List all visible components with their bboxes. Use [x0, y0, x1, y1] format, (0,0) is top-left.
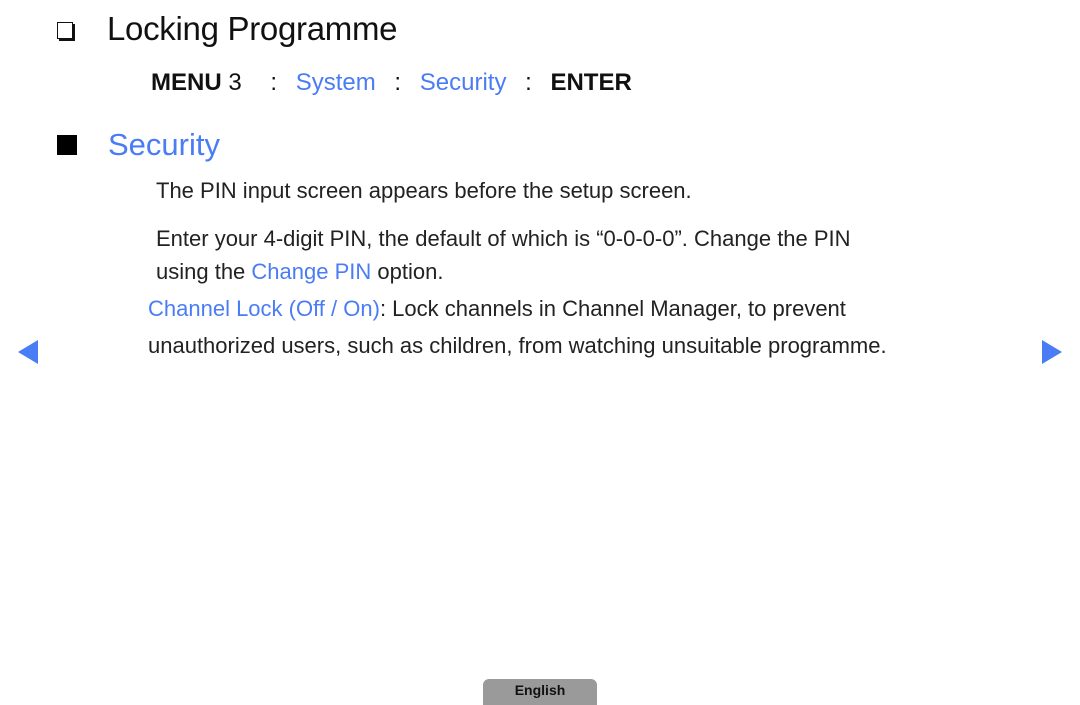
menu-separator: :: [525, 69, 532, 96]
previous-page-icon[interactable]: [18, 340, 38, 364]
page-title: Locking Programme: [107, 10, 398, 47]
change-pin-prefix: using the: [156, 259, 252, 284]
breadcrumb-security: Security: [419, 69, 507, 96]
language-tab[interactable]: English: [483, 679, 597, 705]
checkbox-bullet-icon: [57, 22, 73, 39]
enter-label: ENTER: [550, 69, 632, 96]
paragraph-change-pin: using the Change PIN option.: [156, 259, 443, 285]
channel-lock-text: : Lock channels in Channel Manager, to p…: [379, 296, 846, 321]
menu-icon: 3: [228, 69, 242, 96]
channel-lock-text-line-2: unauthorized users, such as children, fr…: [148, 333, 887, 358]
square-bullet-icon: [57, 135, 77, 155]
menu-separator: :: [394, 69, 402, 96]
paragraph-pin-screen: The PIN input screen appears before the …: [156, 178, 692, 203]
channel-lock-label: Channel Lock (Off / On): [148, 296, 380, 321]
menu-separator: :: [270, 69, 278, 96]
change-pin-link: Change PIN: [251, 259, 372, 284]
next-page-icon[interactable]: [1042, 340, 1062, 364]
menu-label: MENU: [151, 69, 222, 96]
menu-path-breadcrumb: MENU 3 : System : Security : ENTER: [151, 69, 632, 97]
channel-lock-item: Channel Lock (Off / On): Lock channels i…: [148, 296, 846, 322]
change-pin-suffix: option.: [371, 259, 444, 284]
paragraph-pin-default: Enter your 4-digit PIN, the default of w…: [156, 226, 851, 251]
breadcrumb-system: System: [295, 69, 376, 96]
section-title: Security: [108, 127, 220, 162]
